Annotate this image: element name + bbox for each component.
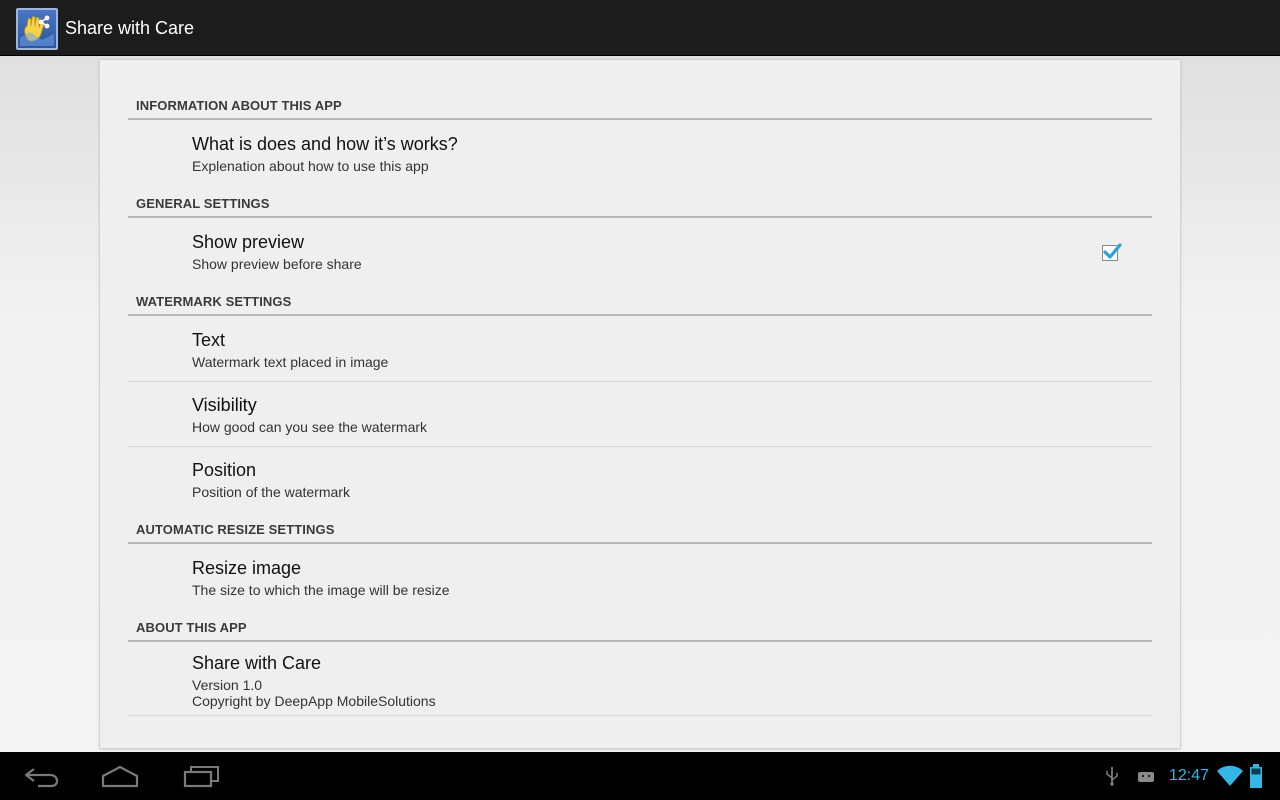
pref-summary: The size to which the image will be resi… <box>192 582 450 598</box>
pref-item-about[interactable]: Share with Care Version 1.0 Copyright by… <box>128 644 1152 716</box>
pref-title: Resize image <box>192 558 302 578</box>
battery-icon <box>1250 764 1262 788</box>
pref-item-show-preview[interactable]: Show preview Show preview before share <box>128 220 1152 278</box>
pref-summary: How good can you see the watermark <box>192 419 428 435</box>
pref-item-visibility[interactable]: Visibility How good can you see the wate… <box>128 382 1152 447</box>
settings-list: INFORMATION ABOUT THIS APP What is does … <box>100 60 1180 748</box>
section-header-resize: AUTOMATIC RESIZE SETTINGS <box>128 518 1152 544</box>
home-icon[interactable] <box>100 762 140 790</box>
show-preview-checkbox[interactable] <box>1102 243 1122 261</box>
section-header-watermark: WATERMARK SETTINGS <box>128 290 1152 316</box>
recent-apps-icon[interactable] <box>182 762 222 790</box>
section-header-label: WATERMARK SETTINGS <box>136 294 292 309</box>
pref-title: What is does and how it’s works? <box>192 134 458 154</box>
section-header-information: INFORMATION ABOUT THIS APP <box>128 94 1152 120</box>
pref-title: Share with Care <box>192 653 322 673</box>
pref-item-info[interactable]: What is does and how it’s works? Explena… <box>128 122 1152 180</box>
section-header-label: INFORMATION ABOUT THIS APP <box>136 98 342 113</box>
clock[interactable]: 12:47 <box>1169 767 1209 785</box>
android-debug-icon <box>1138 772 1154 782</box>
pref-summary: Watermark text placed in image <box>192 354 389 370</box>
section-header-label: AUTOMATIC RESIZE SETTINGS <box>136 522 335 537</box>
pref-item-text[interactable]: Text Watermark text placed in image <box>128 318 1152 382</box>
system-bar: 12:47 <box>0 752 1280 800</box>
section-header-about: ABOUT THIS APP <box>128 616 1152 642</box>
pref-item-resize[interactable]: Resize image The size to which the image… <box>128 546 1152 604</box>
pref-title: Visibility <box>192 395 257 415</box>
pref-title: Text <box>192 330 226 350</box>
version-text: Version 1.0 <box>192 677 263 693</box>
pref-summary: Position of the watermark <box>192 484 350 500</box>
copyright-text: Copyright by DeepApp MobileSolutions <box>192 693 436 709</box>
back-icon[interactable] <box>22 762 60 790</box>
section-header-general: GENERAL SETTINGS <box>128 192 1152 218</box>
wifi-icon <box>1217 765 1243 786</box>
pref-title: Show preview <box>192 232 305 252</box>
usb-icon <box>1106 767 1118 786</box>
action-bar: Share with Care <box>0 0 1280 56</box>
pref-item-position[interactable]: Position Position of the watermark <box>128 447 1152 505</box>
pref-summary: Show preview before share <box>192 256 362 272</box>
pref-summary: Explenation about how to use this app <box>192 158 429 174</box>
section-header-label: GENERAL SETTINGS <box>136 196 270 211</box>
app-logo-icon[interactable] <box>16 8 58 50</box>
section-header-label: ABOUT THIS APP <box>136 620 247 635</box>
app-title: Share with Care <box>65 18 195 38</box>
pref-title: Position <box>192 460 257 480</box>
checkmark-icon <box>1103 243 1122 259</box>
